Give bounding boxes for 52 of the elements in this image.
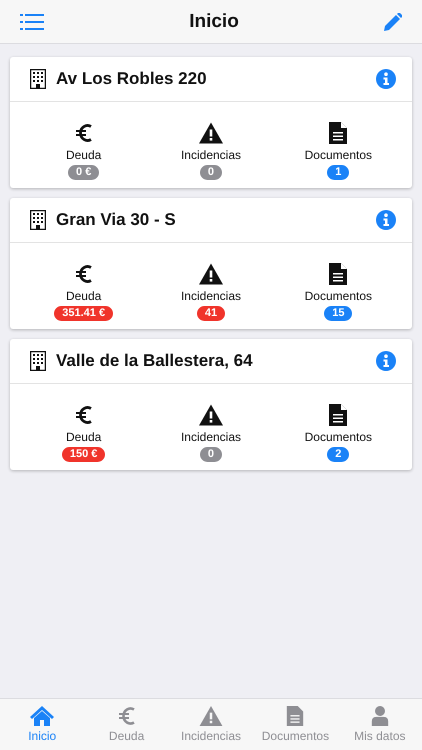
building-icon [30, 351, 46, 371]
document-icon [329, 404, 348, 426]
menu-icon[interactable] [20, 14, 44, 30]
tab-item[interactable]: Mis datos [338, 699, 422, 750]
euro-icon [118, 706, 135, 726]
building-icon [30, 69, 46, 89]
warning-icon [199, 706, 224, 726]
warning-icon [198, 404, 223, 426]
document-icon [286, 706, 304, 726]
count-badge: 1 [327, 165, 350, 180]
count-badge: 0 € [68, 165, 100, 180]
stat-label: Incidencias [180, 289, 242, 303]
person-icon [370, 706, 389, 726]
property-name: Gran Via 30 - S [56, 210, 177, 230]
tab-item[interactable]: Inicio [0, 699, 84, 750]
property-name: Av Los Robles 220 [56, 69, 208, 89]
euro-icon [76, 263, 92, 285]
warning-icon [198, 263, 223, 285]
stat-label: Documentos [304, 430, 372, 444]
document-icon [329, 263, 348, 285]
stat-label: Deuda [66, 289, 102, 303]
home-icon [30, 706, 54, 726]
info-icon[interactable] [376, 351, 396, 371]
document-icon [329, 122, 348, 144]
stat-label: Documentos [304, 289, 372, 303]
count-badge: 2 [327, 447, 350, 462]
edit-icon[interactable] [384, 12, 402, 30]
count-badge: 351.41 € [54, 306, 114, 321]
tab-item[interactable]: Incidencias [168, 699, 254, 750]
property-card[interactable]: Av Los Robles 220 Deuda 0 € Incidencias 0 Documentos 1 [10, 57, 412, 188]
euro-icon [76, 404, 92, 426]
stat-label: Documentos [304, 148, 372, 162]
building-icon [30, 210, 46, 230]
property-card[interactable]: Gran Via 30 - S Deuda 351.41 € Incidencias 41 Documentos 15 [10, 198, 412, 329]
info-icon[interactable] [376, 69, 396, 89]
count-badge: 41 [196, 306, 226, 321]
stat-label: Deuda [66, 148, 102, 162]
tab-item[interactable]: Deuda [84, 699, 169, 750]
stat-label: Incidencias [180, 148, 242, 162]
warning-icon [198, 122, 223, 144]
page-title: Inicio [189, 10, 239, 32]
count-badge: 150 € [62, 447, 106, 462]
count-badge: 0 [200, 447, 222, 462]
stat-label: Incidencias [180, 430, 242, 444]
count-badge: 15 [324, 306, 352, 321]
stat-label: Deuda [66, 430, 102, 444]
euro-icon [76, 122, 92, 144]
property-card[interactable]: Valle de la Ballestera, 64 Deuda 150 € Incidencias 0 Documentos 2 [10, 339, 412, 470]
info-icon[interactable] [376, 210, 396, 230]
tab-item[interactable]: Documentos [253, 699, 338, 750]
property-name: Valle de la Ballestera, 64 [56, 351, 254, 371]
count-badge: 0 [200, 165, 222, 180]
